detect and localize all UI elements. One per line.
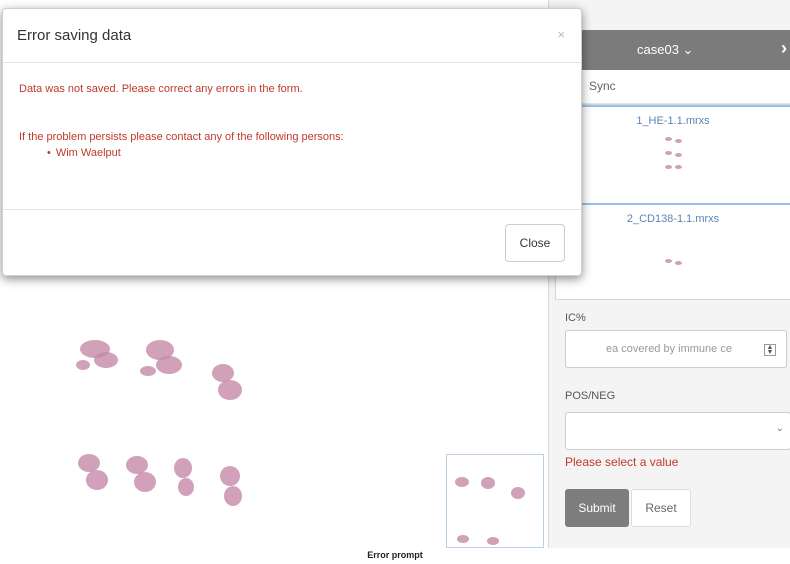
posneg-label: POS/NEG [565,390,616,402]
modal-body: Data was not saved. Please correct any e… [3,63,581,209]
slide-thumbnail-he[interactable]: 1_HE-1.1.mrxs [556,105,790,177]
modal-header: Error saving data × [3,9,581,63]
collapse-sidebar-icon[interactable]: › [781,38,787,59]
slide-thumbnail-image [643,133,703,177]
close-button[interactable]: Close [505,224,565,262]
tissue-section [118,444,168,504]
chevron-down-icon: ⌄ [775,423,784,434]
tissue-section [70,330,130,380]
number-spinner-icon[interactable]: ▲ ▼ [764,344,776,356]
slide-minimap[interactable] [446,454,544,548]
ic-label: IC% [565,312,586,324]
tissue-section [204,350,254,410]
modal-footer: Close [3,209,581,275]
figure-caption: Error prompt [0,548,790,564]
ic-placeholder: ea covered by immune ce [606,343,732,355]
sync-label: Sync [589,79,616,93]
tissue-section [168,448,204,508]
annotation-sidebar: case03 ⌄ › Sync 1_HE-1.1.mrxs 2_CD138-1.… [548,0,790,548]
slide-thumbnail-label: 1_HE-1.1.mrxs [636,115,710,127]
case-dropdown[interactable]: case03 ⌄ [637,42,693,58]
slide-thumbnail-list: 1_HE-1.1.mrxs 2_CD138-1.1.mrxs [555,104,790,300]
contact-list: Wim Waelput [47,147,121,159]
error-message: Data was not saved. Please correct any e… [19,83,303,95]
error-modal: Error saving data × Data was not saved. … [2,8,582,276]
submit-button[interactable]: Submit [565,489,629,527]
tissue-section [72,442,122,502]
tissue-section [136,330,196,390]
reset-button[interactable]: Reset [631,489,691,527]
contact-person: Wim Waelput [47,147,121,159]
ic-percent-input[interactable]: ea covered by immune ce ▲ ▼ [565,330,787,368]
posneg-select[interactable]: ⌄ [565,412,790,450]
close-icon[interactable]: × [557,27,565,42]
modal-title: Error saving data [17,27,132,44]
tissue-section [214,456,254,516]
slide-thumbnail-image [643,231,703,275]
sidebar-header: case03 ⌄ › [549,30,790,70]
validation-error: Please select a value [565,455,679,469]
contact-intro: If the problem persists please contact a… [19,131,344,143]
sync-toggle[interactable]: Sync [549,70,790,104]
slide-thumbnail-cd138[interactable]: 2_CD138-1.1.mrxs [556,203,790,275]
slide-thumbnail-label: 2_CD138-1.1.mrxs [626,213,720,225]
